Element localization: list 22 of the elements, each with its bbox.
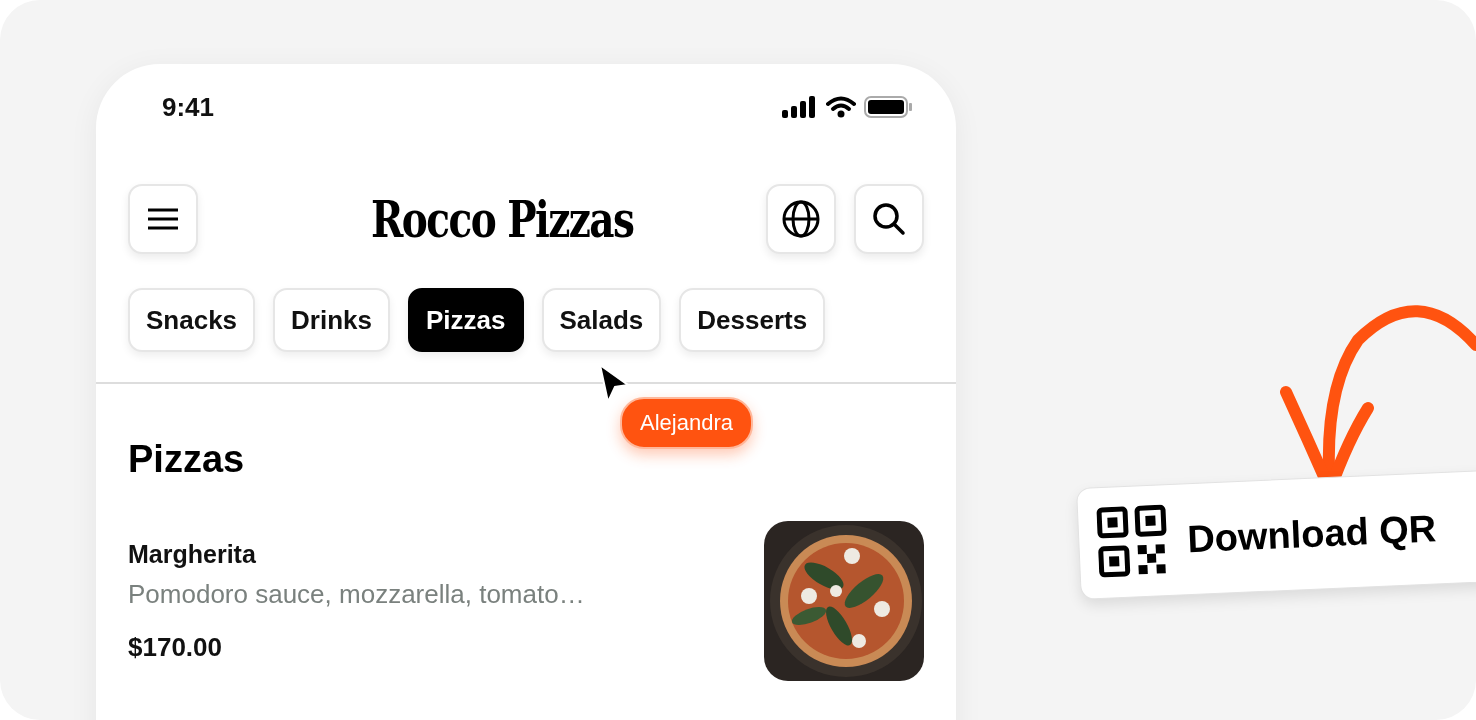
globe-icon [781,199,821,239]
category-tab[interactable]: Drinks [273,288,390,352]
signal-icon [782,96,818,118]
category-tab[interactable]: Salads [541,288,662,352]
download-label: Download QR [1186,506,1438,561]
user-name-tag: Alejandra [620,397,753,449]
battery-icon [864,96,912,118]
category-tab[interactable]: Pizzas [408,288,524,352]
menu-icon [147,208,179,230]
wifi-icon [826,96,856,118]
category-tab[interactable]: Desserts [679,288,826,352]
restaurant-logo: Rocco Pizzas [370,189,634,249]
item-description: Pomodoro sauce, mozzarella, tomato… [128,578,585,610]
category-tab[interactable]: Snacks [128,288,256,352]
search-icon [872,202,906,236]
item-name: Margherita [128,539,257,569]
item-price: $170.00 [128,631,223,663]
language-button[interactable] [766,184,836,254]
menu-button[interactable] [128,184,198,254]
search-button[interactable] [854,184,924,254]
section-title: Pizzas [128,438,246,481]
status-time: 9:41 [162,91,215,123]
